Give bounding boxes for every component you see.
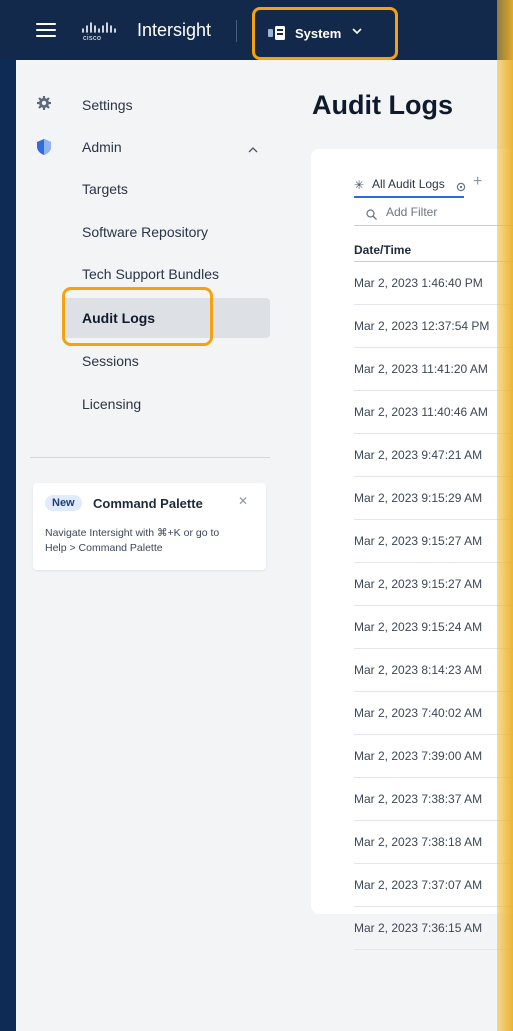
gear-icon[interactable] xyxy=(456,179,466,192)
sidebar-item-settings[interactable]: Settings xyxy=(82,97,133,113)
sidebar-item-admin[interactable]: Admin xyxy=(82,139,122,155)
server-icon xyxy=(268,26,286,40)
asterisk-icon: ✳ xyxy=(354,178,365,192)
new-badge: New xyxy=(45,495,82,511)
command-palette-promo: New Command Palette ✕ Navigate Intersigh… xyxy=(33,483,266,570)
table-row[interactable]: Mar 2, 2023 7:39:00 AM xyxy=(354,735,513,778)
hamburger-menu-icon[interactable] xyxy=(36,23,56,37)
table-row[interactable]: Mar 2, 2023 11:41:20 AM xyxy=(354,348,513,391)
gear-icon xyxy=(37,96,51,110)
scope-selector[interactable]: System xyxy=(252,7,398,60)
table-row[interactable]: Mar 2, 2023 9:15:24 AM xyxy=(354,606,513,649)
tab-all-audit-logs[interactable]: All Audit Logs xyxy=(372,177,445,191)
sidebar-item-sessions[interactable]: Sessions xyxy=(82,353,139,369)
table-row[interactable]: Mar 2, 2023 7:37:07 AM xyxy=(354,864,513,907)
filter-input[interactable] xyxy=(384,202,508,222)
chevron-down-icon xyxy=(351,24,363,36)
shield-icon xyxy=(37,139,51,155)
search-icon xyxy=(366,207,377,220)
table-row[interactable]: Mar 2, 2023 12:37:54 PM xyxy=(354,305,513,348)
table-row[interactable]: Mar 2, 2023 7:36:15 AM xyxy=(354,907,513,950)
app-name: Intersight xyxy=(137,20,212,40)
chevron-up-icon[interactable] xyxy=(247,142,259,153)
table-row[interactable]: Mar 2, 2023 9:47:21 AM xyxy=(354,434,513,477)
table-row[interactable]: Mar 2, 2023 8:14:23 AM xyxy=(354,649,513,692)
main-area: Settings Admin Targets Software Reposito… xyxy=(16,60,513,1031)
table-row[interactable]: Mar 2, 2023 11:40:46 AM xyxy=(354,391,513,434)
table-row[interactable]: Mar 2, 2023 9:15:29 AM xyxy=(354,477,513,520)
promo-body-line1: Navigate Intersight with ⌘+K or go to xyxy=(45,527,220,539)
filter-bar xyxy=(354,199,513,226)
table-row[interactable]: Mar 2, 2023 7:38:18 AM xyxy=(354,821,513,864)
top-bar: cisco Intersight System xyxy=(0,0,513,60)
audit-log-panel: ✳ All Audit Logs + Date/Time Mar 2, 2023… xyxy=(311,149,513,950)
audit-logs-highlight xyxy=(62,287,213,346)
table-row[interactable]: Mar 2, 2023 7:40:02 AM xyxy=(354,692,513,735)
promo-body: Navigate Intersight with ⌘+K or go to He… xyxy=(45,526,260,556)
right-edge-overlay xyxy=(497,0,513,1031)
plus-icon[interactable]: + xyxy=(473,173,482,191)
table-row[interactable]: Mar 2, 2023 9:15:27 AM xyxy=(354,563,513,606)
topbar-divider xyxy=(236,20,237,42)
page-title: Audit Logs xyxy=(312,90,453,120)
promo-title: Command Palette xyxy=(93,496,203,511)
table-body: Mar 2, 2023 1:46:40 PM Mar 2, 2023 12:37… xyxy=(354,262,513,950)
sidebar-item-tech-support-bundles[interactable]: Tech Support Bundles xyxy=(82,266,219,282)
sidebar-item-software-repository[interactable]: Software Repository xyxy=(82,224,208,240)
table-row[interactable]: Mar 2, 2023 7:38:37 AM xyxy=(354,778,513,821)
cisco-logo-text: cisco xyxy=(83,35,102,42)
active-tab-indicator xyxy=(354,196,464,198)
table-row[interactable]: Mar 2, 2023 1:46:40 PM xyxy=(354,262,513,305)
sidebar-item-targets[interactable]: Targets xyxy=(82,181,128,197)
close-icon[interactable]: ✕ xyxy=(238,494,248,508)
sidebar-item-licensing[interactable]: Licensing xyxy=(82,396,141,412)
table-row[interactable]: Mar 2, 2023 9:15:27 AM xyxy=(354,520,513,563)
scope-selector-label: System xyxy=(295,26,342,41)
sidebar-divider xyxy=(30,457,270,458)
promo-body-line2: Help > Command Palette xyxy=(45,542,163,554)
column-header-date-time[interactable]: Date/Time xyxy=(354,243,411,257)
